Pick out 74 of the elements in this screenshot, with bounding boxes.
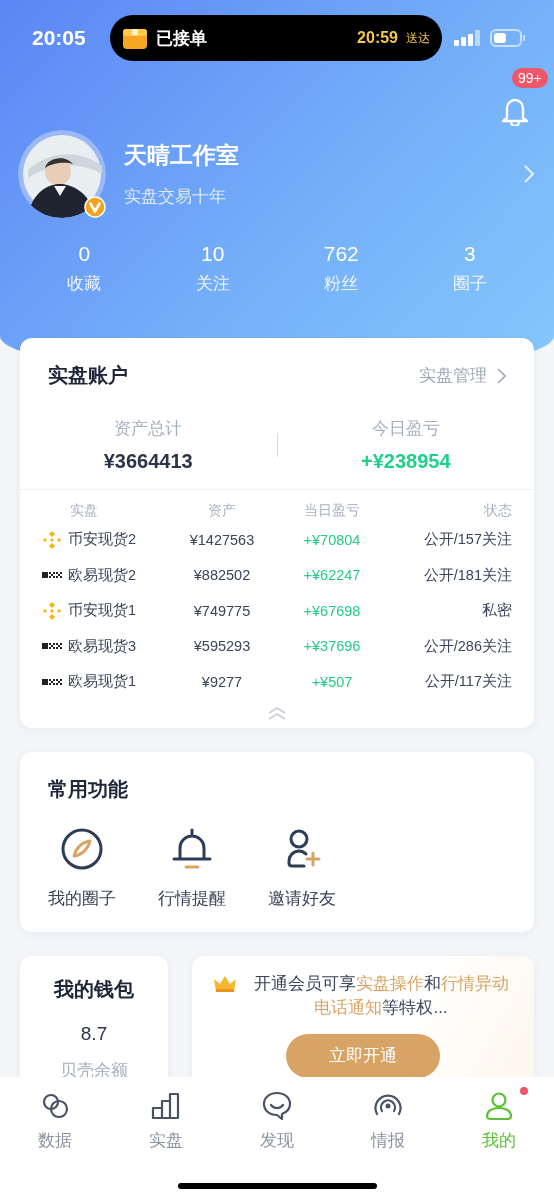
account-name: 欧易现货2 [68, 565, 137, 585]
battery-icon [490, 29, 526, 47]
chat-bubble-icon [262, 1091, 292, 1121]
summary-label: 今日盈亏 [371, 418, 440, 440]
manage-link[interactable]: 实盘管理 [419, 364, 506, 387]
tab-item[interactable]: 实盘 [110, 1077, 222, 1153]
balance-value: 8.7 [80, 1022, 108, 1045]
function-item[interactable]: 我的圈子 [48, 826, 116, 910]
signal-icon [454, 29, 482, 47]
clock-time: 20:05 [32, 26, 87, 50]
card-title: 我的钱包 [54, 976, 134, 1002]
asset-cell-text: ¥882502 [192, 567, 252, 584]
account-name: 币安现货2 [68, 530, 137, 550]
checker-logo-icon [42, 642, 62, 651]
bell-icon [170, 826, 214, 871]
summary-value: +¥238954 [360, 450, 451, 473]
double-chevron-up-icon[interactable] [267, 705, 287, 720]
circles-icon [40, 1091, 71, 1121]
chevron-right-icon [497, 367, 506, 384]
activate-button[interactable]: 立即开通 [286, 1033, 440, 1077]
column-header: 状态 [483, 502, 512, 520]
checker-logo-icon [42, 677, 62, 686]
status-cell-text: 公开/181关注 [422, 565, 512, 585]
account-name: 币安现货1 [68, 601, 137, 621]
card-title: 实盘账户 [48, 363, 128, 388]
function-item[interactable]: 行情提醒 [158, 826, 226, 910]
column-header: 实盘 [69, 502, 99, 520]
membership-promo: 开通会员可享实盘操作和行情异动电话通知等特权... [252, 972, 510, 1019]
stat-label[interactable]: 收藏 [67, 272, 102, 295]
pnl-cell-text: +¥37696 [302, 638, 362, 655]
pnl-cell-text: +¥507 [310, 673, 354, 690]
account-name: 欧易现货1 [68, 672, 137, 692]
eta-time: 20:59 [357, 29, 398, 47]
asset-cell-text: ¥595293 [192, 638, 252, 655]
card-title: 常用功能 [48, 776, 128, 802]
bar-chart-icon [151, 1091, 182, 1121]
pnl-cell-text: +¥62247 [302, 567, 362, 584]
stat-value[interactable]: 0 [78, 242, 91, 266]
asset-cell-text: ¥749775 [192, 602, 252, 619]
user-icon [483, 1091, 514, 1121]
order-status: 已接单 [156, 27, 208, 50]
stat-label[interactable]: 圈子 [452, 272, 487, 295]
status-cell-text: 公开/286关注 [422, 636, 512, 656]
stat-value[interactable]: 10 [201, 242, 225, 266]
status-cell-text: 公开/157关注 [422, 530, 512, 550]
eta-label: 送达 [406, 29, 430, 47]
compass-icon [60, 826, 104, 871]
stat-value[interactable]: 3 [463, 242, 476, 266]
tab-item[interactable]: 数据 [0, 1077, 111, 1153]
column-header: 资产 [207, 502, 237, 520]
asset-cell-text: ¥1427563 [188, 531, 256, 548]
account-name: 欧易现货3 [68, 636, 137, 656]
profile-name: 天晴工作室 [124, 141, 240, 170]
status-cell-text: 公开/117关注 [423, 672, 512, 692]
summary-label: 资产总计 [114, 418, 183, 440]
tab-item[interactable]: 情报 [332, 1077, 444, 1153]
chevron-right-icon[interactable] [522, 163, 536, 185]
tab-item[interactable]: 我的 [443, 1077, 554, 1153]
diamond-logo-icon [42, 600, 62, 621]
status-cell-text: 私密 [481, 601, 512, 621]
function-item[interactable]: 邀请好友 [268, 826, 336, 910]
pnl-cell-text: +¥67698 [302, 602, 362, 619]
profile-bio: 实盘交易十年 [124, 186, 227, 208]
notification-count: 99+ [512, 68, 548, 88]
checker-logo-icon [42, 571, 62, 580]
column-header: 当日盈亏 [303, 502, 361, 520]
asset-cell-text: ¥9277 [200, 673, 244, 690]
diamond-logo-icon [42, 529, 62, 550]
stat-label[interactable]: 关注 [195, 272, 230, 295]
summary-value: ¥3664413 [103, 450, 193, 473]
pnl-cell-text: +¥70804 [302, 531, 362, 548]
stat-label[interactable]: 粉丝 [324, 272, 359, 295]
stat-value[interactable]: 762 [323, 242, 359, 266]
tab-item[interactable]: 发现 [221, 1077, 333, 1153]
